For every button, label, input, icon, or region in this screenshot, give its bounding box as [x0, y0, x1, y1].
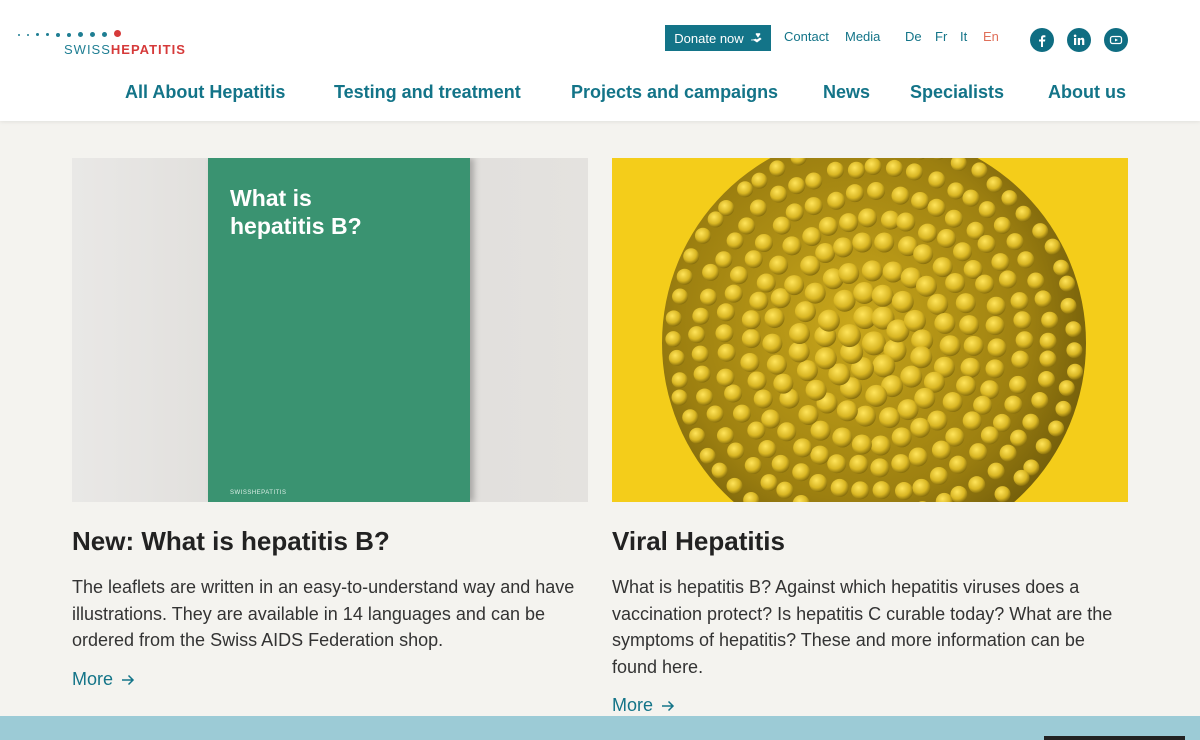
nav-projects-and-campaigns[interactable]: Projects and campaigns — [571, 82, 778, 103]
arrow-right-icon — [662, 700, 675, 711]
nav-all-about-hepatitis[interactable]: All About Hepatitis — [125, 82, 285, 103]
contact-link[interactable]: Contact — [784, 29, 829, 44]
leaflet-image[interactable]: What is hepatitis B? SWISSHEPATITIS — [72, 158, 588, 502]
youtube-icon[interactable] — [1104, 28, 1128, 52]
lang-de[interactable]: De — [905, 29, 922, 44]
media-link[interactable]: Media — [845, 29, 880, 44]
virus-illustration — [662, 158, 1086, 502]
facebook-icon[interactable] — [1030, 28, 1054, 52]
more-link[interactable]: More — [612, 695, 675, 716]
leaflet-cover: What is hepatitis B? SWISSHEPATITIS — [208, 158, 470, 502]
footer-bar — [0, 716, 1200, 740]
more-link[interactable]: More — [72, 669, 135, 690]
card-hepatitis-b-leaflet: What is hepatitis B? SWISSHEPATITIS New:… — [72, 158, 588, 689]
nav-specialists[interactable]: Specialists — [910, 82, 1004, 103]
logo[interactable]: SWISSHEPATITIS — [18, 30, 198, 60]
footer-element — [1044, 736, 1185, 740]
donate-label: Donate now — [674, 30, 744, 46]
lang-it[interactable]: It — [960, 29, 967, 44]
linkedin-icon[interactable] — [1067, 28, 1091, 52]
card-text: The leaflets are written in an easy-to-u… — [72, 577, 575, 650]
donate-hand-icon — [750, 33, 762, 43]
more-label: More — [612, 695, 654, 715]
card-title[interactable]: Viral Hepatitis — [612, 526, 785, 557]
nav-testing-and-treatment[interactable]: Testing and treatment — [334, 82, 521, 103]
arrow-right-icon — [122, 674, 135, 685]
site-header: SWISSHEPATITIS Donate now Contact Media … — [0, 0, 1200, 121]
more-label: More — [72, 669, 114, 689]
donate-button[interactable]: Donate now — [665, 25, 771, 51]
virus-image[interactable] — [612, 158, 1128, 502]
logo-wordmark: SWISSHEPATITIS — [64, 42, 186, 57]
logo-hepatitis: HEPATITIS — [110, 42, 186, 57]
card-title[interactable]: New: What is hepatitis B? — [72, 526, 390, 557]
nav-about-us[interactable]: About us — [1048, 82, 1126, 103]
logo-dots — [18, 30, 128, 40]
leaflet-cover-brand: SWISSHEPATITIS — [230, 490, 287, 496]
card-text: What is hepatitis B? Against which hepat… — [612, 577, 1113, 677]
leaflet-cover-title: What is hepatitis B? — [230, 185, 362, 239]
card-viral-hepatitis: Viral Hepatitis What is hepatitis B? Aga… — [612, 158, 1128, 715]
nav-news[interactable]: News — [823, 82, 870, 103]
lang-fr[interactable]: Fr — [935, 29, 947, 44]
logo-swiss: SWISS — [64, 42, 111, 57]
lang-en[interactable]: En — [983, 29, 999, 44]
